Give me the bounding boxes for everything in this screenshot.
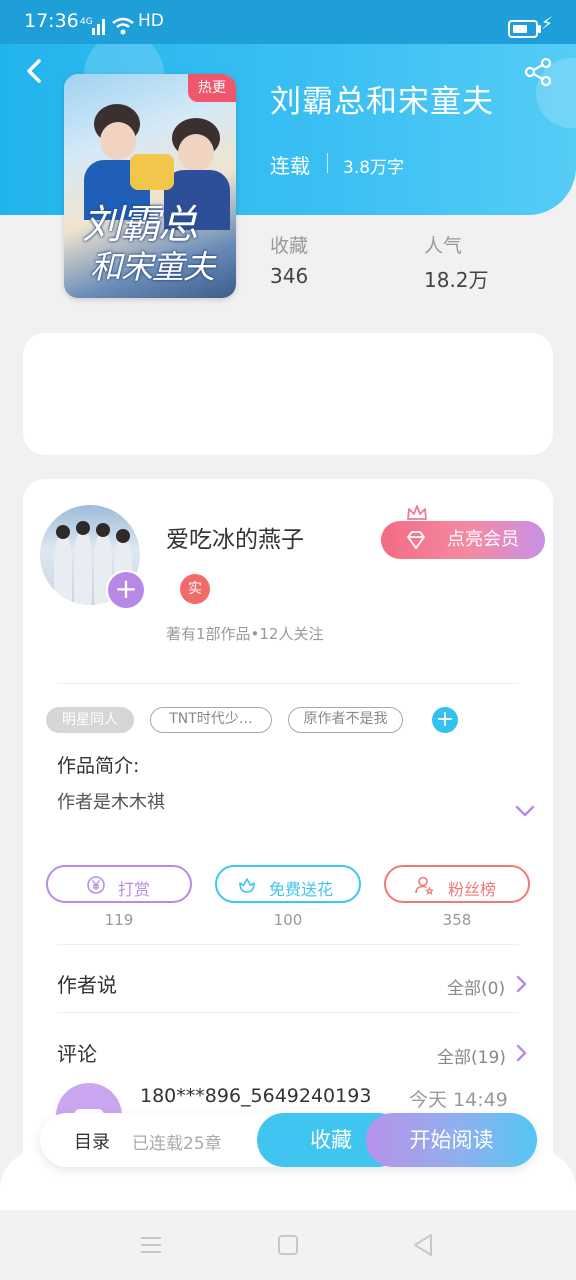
popularity-label: 人气	[424, 235, 463, 257]
cover-title-line2: 和宋童夫	[90, 248, 215, 286]
tip-count: 119	[104, 911, 134, 929]
hd-label: HD	[138, 11, 164, 31]
fan-ranking-label: 粉丝榜	[448, 880, 497, 899]
intro-text: 作者是木木祺	[57, 792, 165, 813]
network-label: 4G	[80, 17, 93, 27]
chevron-down-icon[interactable]	[514, 804, 536, 818]
author-name[interactable]: 爱吃冰的燕子	[166, 520, 304, 554]
tip-button[interactable]: 打赏	[46, 865, 192, 903]
divider	[57, 944, 519, 945]
fans-count: 358	[442, 911, 472, 929]
commenter-name: 180***896_5649240193	[140, 1085, 372, 1107]
favorites-label: 收藏	[270, 235, 309, 257]
status-bar: 17:36 4G HD ⚡	[0, 0, 576, 44]
author-says-all-link[interactable]: 全部(0)	[447, 974, 505, 999]
divider	[57, 1012, 519, 1013]
author-says-title: 作者说	[57, 973, 117, 997]
book-title: 刘霸总和宋童夫	[270, 84, 494, 120]
yen-coin-icon	[87, 876, 105, 894]
tag-item[interactable]: 原作者不是我	[288, 707, 403, 733]
chapter-count: 已连载25章	[132, 1134, 222, 1154]
author-meta: 著有1部作品•12人关注	[166, 625, 324, 643]
back-triangle-icon[interactable]	[412, 1233, 434, 1257]
add-tag-plus-icon[interactable]: +	[432, 707, 458, 733]
start-reading-button[interactable]: 开始阅读	[366, 1113, 537, 1167]
home-icon[interactable]	[277, 1234, 299, 1256]
blank-card	[23, 333, 553, 455]
hot-badge: 热更	[188, 74, 236, 102]
chevron-right-icon[interactable]	[515, 975, 527, 993]
divider	[57, 683, 519, 684]
flower-count: 100	[273, 911, 303, 929]
send-flower-button[interactable]: 免费送花	[215, 865, 361, 903]
fans-rank-icon	[415, 876, 434, 895]
battery-icon	[508, 20, 541, 38]
tag-item[interactable]: 明星同人	[46, 707, 134, 733]
wifi-icon	[112, 17, 134, 35]
diamond-icon	[407, 531, 425, 549]
favorites-value: 346	[270, 264, 309, 288]
divider	[327, 153, 328, 173]
vip-button-label: 点亮会员	[447, 529, 519, 550]
send-flower-label: 免费送花	[269, 880, 334, 899]
popularity-value: 18.2万	[424, 268, 489, 292]
menu-icon[interactable]	[140, 1236, 162, 1254]
chevron-right-icon[interactable]	[515, 1044, 527, 1062]
comment-time: 今天 14:49	[409, 1089, 508, 1111]
follow-plus-icon[interactable]: +	[106, 570, 146, 610]
fan-ranking-button[interactable]: 粉丝榜	[384, 865, 530, 903]
tip-label: 打赏	[118, 880, 151, 899]
system-navigation-bar	[0, 1210, 576, 1280]
charging-icon: ⚡	[541, 14, 553, 34]
signal-icon	[92, 19, 105, 35]
intro-label: 作品简介:	[57, 755, 140, 777]
comments-title: 评论	[57, 1042, 97, 1066]
serial-status: 连载	[270, 154, 310, 178]
status-time: 17:36	[24, 10, 79, 32]
table-of-contents-button[interactable]: 目录	[74, 1128, 110, 1154]
tag-item[interactable]: TNT时代少…	[150, 707, 272, 733]
book-cover[interactable]: 热更 刘霸总 和宋童夫	[64, 74, 236, 298]
vip-member-button[interactable]: 点亮会员	[381, 521, 545, 559]
verified-badge: 实	[180, 574, 210, 604]
crown-icon	[407, 505, 427, 520]
share-icon[interactable]	[522, 56, 554, 88]
flower-icon	[239, 878, 255, 893]
word-count: 3.8万字	[343, 158, 405, 178]
back-arrow-icon[interactable]	[22, 58, 48, 84]
comments-all-link[interactable]: 全部(19)	[437, 1043, 506, 1068]
